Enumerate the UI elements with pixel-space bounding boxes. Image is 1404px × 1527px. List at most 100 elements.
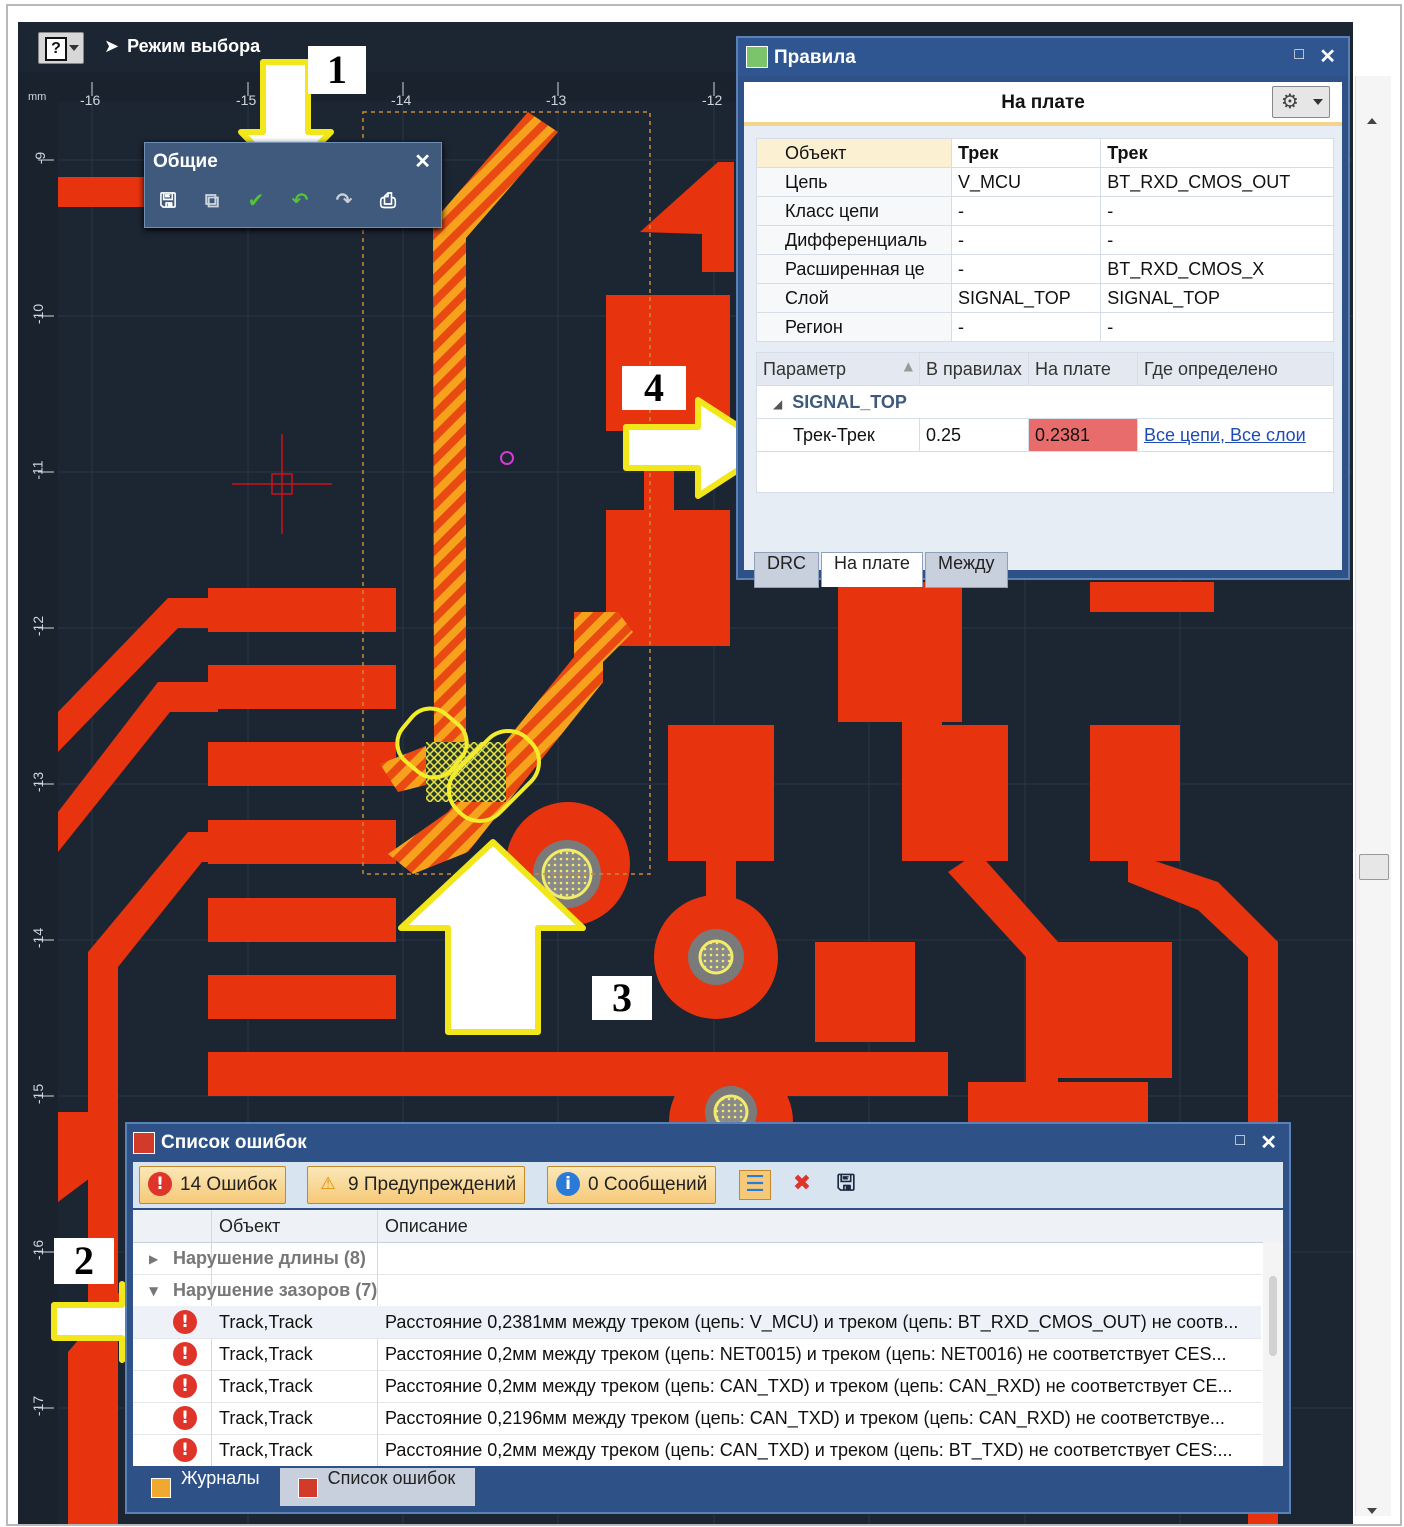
scroll-thumb[interactable] — [1359, 854, 1389, 880]
error-icon: ! — [173, 1342, 197, 1366]
param-defined-link[interactable]: Все цепи, Все слои — [1137, 418, 1334, 452]
error-object: Track,Track — [219, 1344, 313, 1364]
select-mode-button[interactable]: ➤ Режим выбора — [104, 36, 260, 57]
select-mode-label: Режим выбора — [127, 36, 261, 56]
parameters-group-row[interactable]: ◢ SIGNAL_TOP — [756, 385, 1334, 419]
expand-triangle-icon[interactable]: ▶ — [149, 1252, 158, 1266]
tab-logs[interactable]: Журналы — [133, 1468, 280, 1506]
undo-icon[interactable]: ↶ — [287, 187, 313, 213]
save-all-icon[interactable]: ⧉ — [199, 187, 225, 213]
ruler-x-tick: -13 — [546, 92, 567, 108]
objects-label: Цепь — [756, 167, 952, 197]
column-header-in-rules[interactable]: В правилах — [919, 352, 1029, 386]
close-icon[interactable]: ✕ — [1319, 44, 1336, 69]
parameters-empty-row — [756, 451, 1334, 493]
filter-messages-label: 0 Сообщений — [588, 1174, 708, 1195]
info-icon: i — [556, 1172, 580, 1196]
objects-label: Дифференциаль — [756, 225, 952, 255]
close-icon[interactable]: ✕ — [1260, 1130, 1277, 1155]
vertical-scrollbar[interactable] — [1355, 76, 1391, 1516]
error-row[interactable]: ! Track,Track Расстояние 0,2мм между тре… — [133, 1338, 1261, 1371]
column-header-on-board[interactable]: На плате — [1028, 352, 1138, 386]
logs-icon — [151, 1478, 171, 1498]
ruler-y-tick: -9 — [32, 151, 49, 165]
objects-label: Объект — [756, 138, 952, 168]
error-list-icon — [133, 1132, 155, 1154]
gear-icon: ⚙ — [1281, 89, 1299, 113]
error-object: Track,Track — [219, 1408, 313, 1428]
save-icon[interactable]: 🖫 — [831, 1170, 861, 1198]
maximize-icon[interactable]: □ — [1294, 46, 1304, 64]
error-list-bottom-tabs: Журналы Список ошибок — [133, 1468, 476, 1506]
maximize-icon[interactable]: □ — [1235, 1132, 1245, 1150]
group-row[interactable]: ▼ Нарушение зазоров (7) — [133, 1274, 1261, 1307]
common-toolbar-title: Общие — [153, 151, 218, 172]
error-row[interactable]: ! Track,Track Расстояние 0,2мм между тре… — [133, 1370, 1261, 1403]
objects-value-a: - — [950, 312, 1102, 342]
ruler-y-tick: -16 — [30, 1239, 47, 1261]
tab-drc[interactable]: DRC — [754, 552, 819, 588]
error-grid: Объект Описание ▶ Нарушение длины (8) ▼ … — [133, 1210, 1283, 1466]
error-description: Расстояние 0,2381мм между треком (цепь: … — [385, 1312, 1239, 1332]
collapse-triangle-icon[interactable]: ◢ — [773, 397, 782, 411]
error-object: Track,Track — [219, 1376, 313, 1396]
objects-value-a: V_MCU — [950, 167, 1102, 197]
error-row[interactable]: ! Track,Track Расстояние 0,2мм между тре… — [133, 1434, 1261, 1466]
ruler-y-tick: -13 — [30, 771, 47, 793]
error-list-panel: Список ошибок □ ✕ ! 14 Ошибок ⚠ 9 Предупре… — [125, 1122, 1291, 1514]
objects-row: Расширенная це - BT_RXD_CMOS_X — [756, 254, 1334, 284]
column-header-param[interactable]: Параметр ▲ — [756, 352, 920, 386]
filter-warnings-button[interactable]: ⚠ 9 Предупреждений — [307, 1166, 526, 1204]
error-grid-scrollbar[interactable] — [1263, 1242, 1283, 1466]
close-icon[interactable]: ✕ — [414, 149, 431, 174]
objects-value-b: BT_RXD_CMOS_OUT — [1100, 167, 1334, 197]
filter-messages-button[interactable]: i 0 Сообщений — [547, 1166, 717, 1204]
check-icon[interactable]: ✔ — [243, 187, 269, 213]
ruler-x-tick: -15 — [236, 92, 257, 108]
objects-value-a: - — [950, 196, 1102, 226]
param-defined-link-label[interactable]: Все цепи, Все слои — [1144, 425, 1306, 445]
save-icon[interactable]: 🖫 — [155, 187, 181, 213]
filter-errors-button[interactable]: ! 14 Ошибок — [139, 1166, 286, 1204]
redo-icon[interactable]: ↷ — [331, 187, 357, 213]
tab-between[interactable]: Между — [924, 552, 1008, 588]
objects-label: Слой — [756, 283, 952, 313]
ruler-y-tick: -14 — [30, 927, 47, 949]
collapse-triangle-icon[interactable]: ▼ — [149, 1284, 158, 1298]
help-button[interactable]: ? — [38, 32, 84, 64]
group-row[interactable]: ▶ Нарушение длины (8) — [133, 1242, 1261, 1275]
param-name: Трек-Трек — [756, 418, 920, 452]
settings-button[interactable]: ⚙ — [1272, 86, 1330, 118]
error-icon: ! — [173, 1374, 197, 1398]
rules-panel-header[interactable]: Правила □ ✕ — [738, 38, 1348, 76]
layout-icon[interactable]: ☰ — [739, 1170, 771, 1200]
error-row[interactable]: ! Track,Track Расстояние 0,2381мм между … — [133, 1306, 1261, 1339]
ruler-x-tick: -12 — [702, 92, 723, 108]
parameter-row[interactable]: Трек-Трек 0.25 0.2381 Все цепи, Все слои — [756, 418, 1334, 452]
objects-row: Дифференциаль - - — [756, 225, 1334, 255]
tab-on-board[interactable]: На плате — [821, 552, 923, 587]
common-toolbar: Общие ✕ 🖫 ⧉ ✔ ↶ ↷ ⎙ — [144, 142, 442, 228]
rules-subheader: На плате ⚙ — [744, 82, 1342, 126]
scroll-down-icon[interactable] — [1367, 1508, 1377, 1514]
column-header-param-label: Параметр — [763, 358, 847, 379]
delete-icon[interactable]: ✖ — [787, 1170, 817, 1198]
tab-error-list[interactable]: Список ошибок — [279, 1468, 476, 1506]
error-row[interactable]: ! Track,Track Расстояние 0,2196мм между … — [133, 1402, 1261, 1435]
filter-warnings-label: 9 Предупреждений — [348, 1174, 517, 1195]
objects-value-b: - — [1100, 312, 1334, 342]
objects-value-a: SIGNAL_TOP — [950, 283, 1102, 313]
objects-value-b: Трек — [1100, 138, 1334, 168]
rules-panel: Правила □ ✕ На плате ⚙ Объект Трек Трек Це… — [736, 36, 1350, 588]
error-list-header[interactable]: Список ошибок □ ✕ — [127, 1124, 1289, 1160]
objects-row: Слой SIGNAL_TOP SIGNAL_TOP — [756, 283, 1334, 313]
column-header-defined[interactable]: Где определено — [1137, 352, 1334, 386]
scroll-up-icon[interactable] — [1367, 118, 1377, 124]
rules-panel-body: На плате ⚙ Объект Трек Трек Цепь V_MCU BT_RX… — [744, 82, 1342, 588]
svg-text:mm: mm — [28, 91, 46, 103]
column-header-object[interactable]: Объект — [219, 1216, 280, 1237]
column-header-description[interactable]: Описание — [385, 1216, 468, 1237]
print-icon[interactable]: ⎙ — [375, 187, 401, 213]
error-icon: ! — [173, 1438, 197, 1462]
scroll-thumb[interactable] — [1269, 1276, 1277, 1356]
